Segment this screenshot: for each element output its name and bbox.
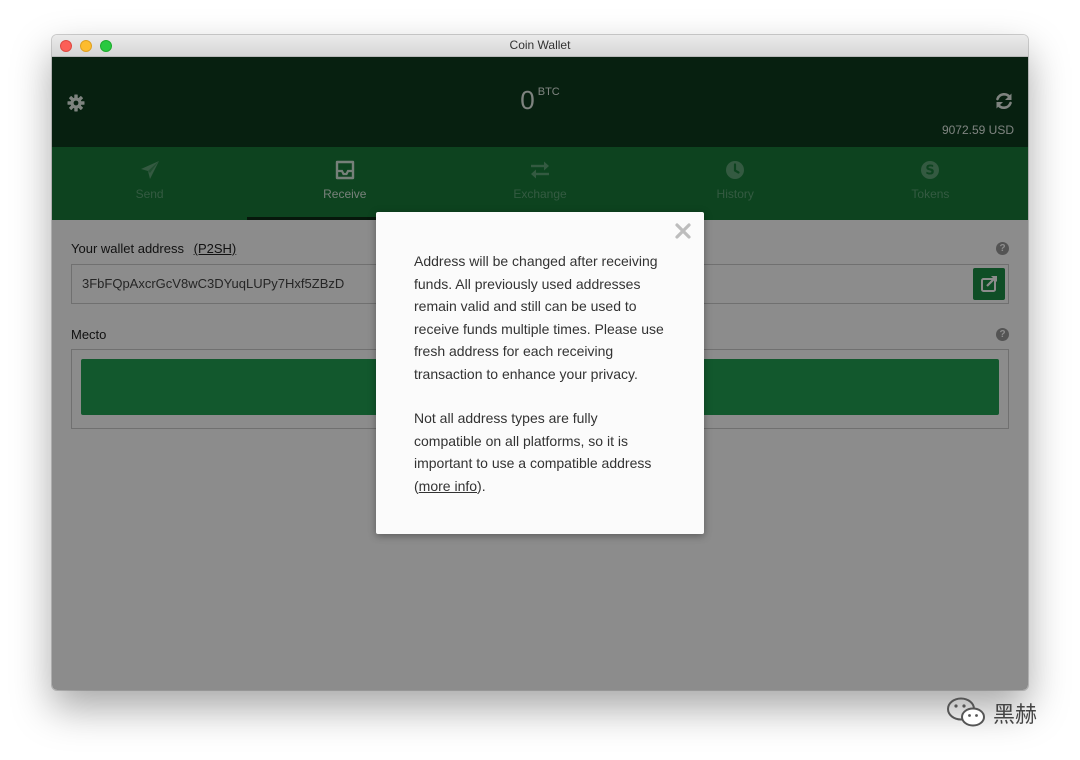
minimize-window-button[interactable]: [80, 40, 92, 52]
address-info-modal: Address will be changed after receiving …: [376, 212, 704, 534]
modal-paragraph-1: Address will be changed after receiving …: [414, 253, 664, 382]
zoom-window-button[interactable]: [100, 40, 112, 52]
watermark: 黑赫: [945, 695, 1055, 731]
more-info-link[interactable]: more info: [419, 478, 477, 494]
title-bar[interactable]: Coin Wallet: [52, 35, 1028, 57]
close-icon[interactable]: [674, 222, 692, 240]
window-title: Coin Wallet: [509, 38, 571, 52]
wechat-icon: [947, 697, 985, 727]
modal-paragraph-2-suffix: ).: [477, 477, 486, 494]
modal-paragraph-2: Not all address types are fully compatib…: [414, 407, 668, 497]
close-window-button[interactable]: [60, 40, 72, 52]
watermark-text: 黑赫: [993, 703, 1038, 728]
